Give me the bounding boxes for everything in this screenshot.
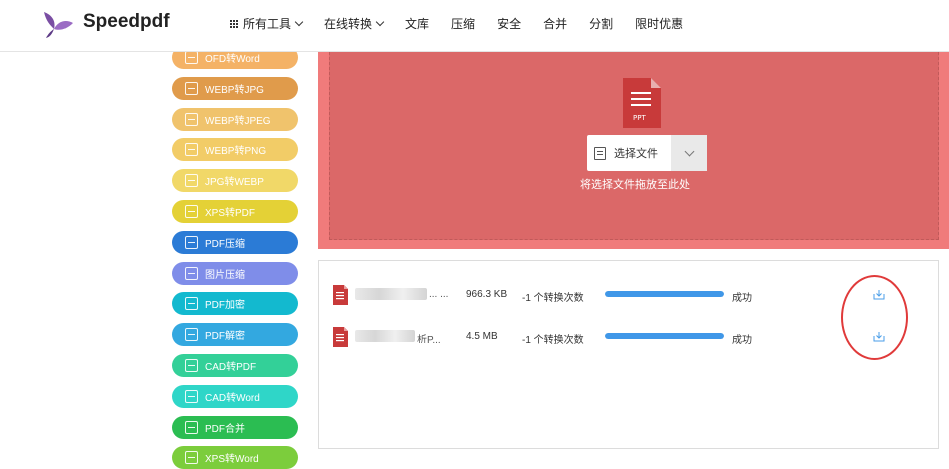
sidebar-tool-button[interactable]: XPS转PDF [172,200,298,223]
ppt-file-icon: PPT [623,78,661,128]
select-source-dropdown[interactable] [671,135,707,171]
file-size: 4.5 MB [466,331,498,342]
chevron-down-icon [375,17,385,26]
progress-bar [605,291,724,297]
tool-icon [185,51,198,64]
speedpdf-logo-icon[interactable] [40,9,74,39]
top-header: Speedpdf 所有工具 在线转换 文库 压缩 安全 合并 分割 限时优惠 [0,0,949,52]
sidebar-tool-button[interactable]: JPG转WEBP [172,169,298,193]
sidebar-tool-button[interactable]: XPS转Word [172,446,298,469]
tool-icon [185,389,198,403]
nav-limited-offer[interactable]: 限时优惠 [635,15,683,32]
sidebar-tool-button[interactable]: PDF解密 [172,323,298,347]
sidebar-tool-label: CAD转PDF [205,362,257,373]
tool-icon [185,235,198,249]
progress-fill [605,333,724,339]
select-file-button[interactable]: 选择文件 [587,135,707,171]
nav-all-tools-label: 所有工具 [243,17,292,31]
sidebar-tool-button[interactable]: CAD转Word [172,384,298,408]
nav-security[interactable]: 安全 [497,15,521,32]
tool-icon [185,328,198,342]
sidebar-tool-label: PDF解密 [205,331,245,343]
sidebar-tool-label: WEBP转JPG [205,84,264,96]
progress-fill [605,291,724,297]
document-icon [594,146,606,160]
sidebar-tool-button[interactable]: PDF加密 [172,292,298,316]
sidebar-tool-button[interactable]: WEBP转JPEG [172,107,298,131]
sidebar-tool-label: PDF加密 [205,300,245,312]
sidebar-tool-label: 图片压缩 [205,269,245,281]
brand-name[interactable]: Speedpdf [83,11,170,33]
nav-all-tools[interactable]: 所有工具 [230,15,304,32]
tool-icon [185,174,198,188]
tool-icon [185,143,198,157]
sidebar-tool-label: CAD转Word [205,392,260,404]
tool-icon [185,420,198,434]
status-text: 成功 [732,293,752,304]
nav-online-convert-label: 在线转换 [324,17,373,31]
tool-icon [185,205,198,218]
select-file-label: 选择文件 [614,147,658,160]
sidebar-tool-button[interactable]: WEBP转PNG [172,138,298,162]
chevron-down-icon [294,17,304,26]
grid-icon [230,19,238,28]
sidebar-tool-label: PDF压缩 [205,238,245,250]
ppt-badge-text: PPT [633,114,646,122]
tool-icon [185,359,198,372]
sidebar-tool-label: OFD转Word [205,54,260,65]
select-file-main[interactable]: 选择文件 [587,135,671,171]
tool-icon [185,112,198,126]
sidebar-tool-button[interactable]: CAD转PDF [172,354,298,377]
nav-library[interactable]: 文库 [405,15,429,32]
file-name: ... ... [429,289,449,300]
dropzone-inner[interactable]: PPT 选择文件 将选择文件拖放至此处 [329,52,939,240]
drop-hint-text: 将选择文件拖放至此处 [580,178,690,191]
tool-icon [185,297,198,311]
upload-dropzone[interactable]: PPT 选择文件 将选择文件拖放至此处 [318,52,949,249]
sidebar-tool-label: WEBP转JPEG [205,115,271,127]
annotation-circle [841,275,908,360]
tool-icon [185,81,198,95]
nav-compress[interactable]: 压缩 [451,15,475,32]
sidebar-tool-button[interactable]: PDF压缩 [172,230,298,254]
sidebar-tool-label: WEBP转PNG [205,146,267,158]
sidebar-tool-label: PDF合并 [205,423,245,435]
chevron-down-icon [684,146,694,156]
nav-online-convert[interactable]: 在线转换 [324,15,385,32]
status-text: 成功 [732,335,752,346]
conversion-count: -1 个转换次数 [522,293,584,304]
sidebar-tool-label: XPS转PDF [205,208,256,219]
tool-icon [185,451,198,465]
file-name: 析P... [417,335,441,343]
sidebar-tool-button[interactable]: PDF合并 [172,415,298,439]
sidebar-tool-button[interactable]: 图片压缩 [172,261,298,285]
conversion-count: -1 个转换次数 [522,335,584,346]
sidebar-tool-label: JPG转WEBP [205,177,264,189]
nav-split[interactable]: 分割 [589,15,613,32]
sidebar-tool-button[interactable]: WEBP转JPG [172,76,298,100]
file-name-blurred [355,288,427,300]
file-size: 966.3 KB [466,289,508,300]
ppt-file-icon [333,285,348,305]
ppt-file-icon [333,327,348,347]
tool-icon [185,266,198,280]
nav-merge[interactable]: 合并 [543,15,567,32]
main-nav: 所有工具 在线转换 文库 压缩 安全 合并 分割 限时优惠 [230,15,705,32]
file-name-blurred [355,330,415,342]
progress-bar [605,333,724,339]
sidebar-tool-label: XPS转Word [205,454,259,466]
converted-file-list: ... ... 966.3 KB -1 个转换次数 成功 析P... 4.5 M… [318,260,939,449]
